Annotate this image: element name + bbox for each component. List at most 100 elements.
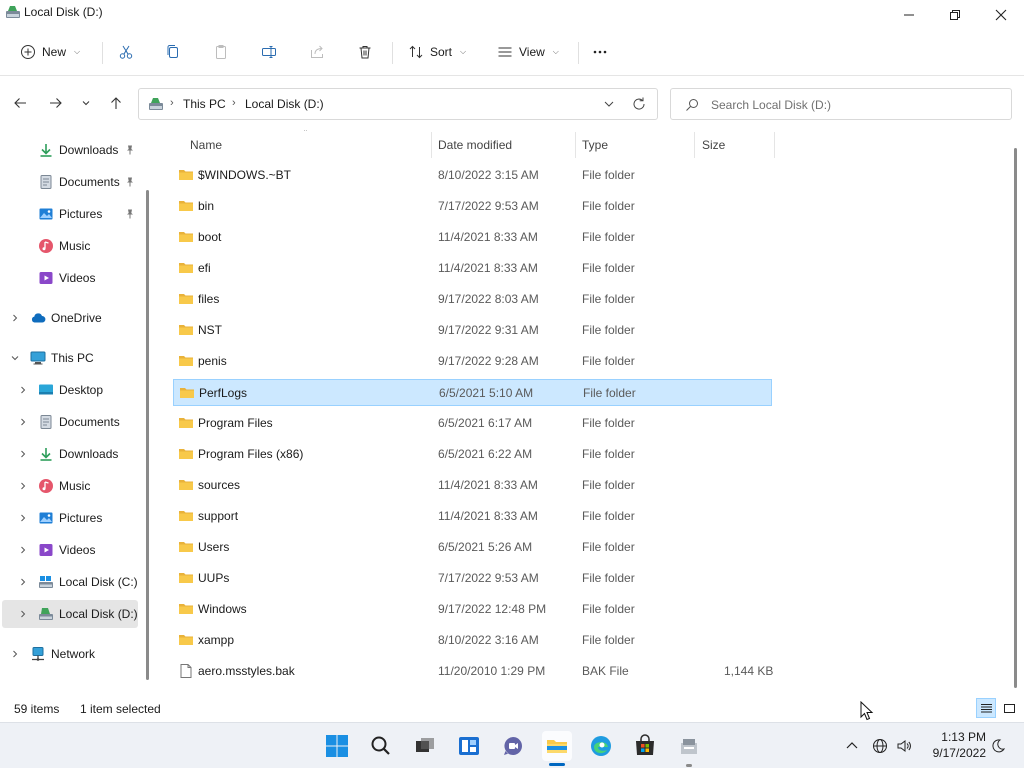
file-row[interactable]: support 11/4/2021 8:33 AM File folder: [173, 503, 772, 530]
network-status-button[interactable]: [870, 736, 890, 756]
volume-button[interactable]: [894, 736, 914, 756]
chevron-right-icon[interactable]: [18, 577, 28, 587]
address-bar[interactable]: › This PC › Local Disk (D:): [138, 88, 658, 120]
file-row[interactable]: Users 6/5/2021 5:26 AM File folder: [173, 534, 772, 561]
file-row[interactable]: sources 11/4/2021 8:33 AM File folder: [173, 472, 772, 499]
minimize-button[interactable]: [886, 0, 932, 30]
file-row[interactable]: efi 11/4/2021 8:33 AM File folder: [173, 255, 772, 282]
sidebar-item-pictures[interactable]: Pictures: [2, 504, 138, 532]
file-row[interactable]: files 9/17/2022 8:03 AM File folder: [173, 286, 772, 313]
sidebar-item-downloads[interactable]: Downloads: [2, 440, 138, 468]
file-row[interactable]: Windows 9/17/2022 12:48 PM File folder: [173, 596, 772, 623]
chevron-right-icon[interactable]: [18, 513, 28, 523]
up-button[interactable]: [106, 93, 126, 113]
file-row[interactable]: aero.msstyles.bak 11/20/2010 1:29 PM BAK F…: [173, 658, 773, 685]
column-header-type[interactable]: Type: [582, 130, 608, 160]
file-row[interactable]: penis 9/17/2022 9:28 AM File folder: [173, 348, 772, 375]
sidebar-item-videos[interactable]: Videos: [2, 264, 138, 292]
file-row[interactable]: UUPs 7/17/2022 9:53 AM File folder: [173, 565, 772, 592]
file-row[interactable]: boot 11/4/2021 8:33 AM File folder: [173, 224, 772, 251]
sidebar-item-pictures[interactable]: Pictures: [2, 200, 138, 228]
chevron-down-icon: ⌵: [460, 47, 467, 56]
sort-button[interactable]: Sort ⌵: [408, 38, 466, 66]
paste-button[interactable]: [213, 38, 229, 66]
sidebar-item-downloads[interactable]: Downloads: [2, 136, 138, 164]
running-app-indicator: [686, 764, 692, 767]
show-hidden-icons-button[interactable]: [842, 736, 862, 756]
forward-button[interactable]: [46, 93, 66, 113]
sidebar-scrollbar[interactable]: [146, 190, 149, 680]
folder-icon: [178, 198, 194, 214]
search-input[interactable]: [711, 95, 1001, 115]
sidebar-item-this-pc[interactable]: This PC: [2, 344, 138, 372]
chevron-right-icon[interactable]: [18, 481, 28, 491]
search-taskbar-button[interactable]: [366, 731, 396, 761]
sidebar-item-onedrive[interactable]: OneDrive: [2, 304, 138, 332]
copy-button[interactable]: [165, 38, 181, 66]
column-header-date[interactable]: Date modified: [438, 130, 512, 160]
rename-button[interactable]: [261, 38, 277, 66]
task-view-button[interactable]: [410, 731, 440, 761]
file-row[interactable]: Program Files (x86) 6/5/2021 6:22 AM File …: [173, 441, 772, 468]
sidebar-item-documents[interactable]: Documents: [2, 408, 138, 436]
sidebar-item-local-disk-c[interactable]: Local Disk (C:): [2, 568, 138, 596]
widgets-button[interactable]: [454, 731, 484, 761]
file-row[interactable]: PerfLogs 6/5/2021 5:10 AM File folder: [173, 379, 772, 406]
column-divider[interactable]: [431, 132, 432, 158]
sidebar-item-desktop[interactable]: Desktop: [2, 376, 138, 404]
file-list-scrollbar[interactable]: [1014, 148, 1017, 688]
restore-button[interactable]: [932, 0, 978, 30]
view-button[interactable]: View ⌵: [497, 38, 559, 66]
arrow-right-icon: [50, 98, 62, 108]
cut-button[interactable]: [118, 38, 134, 66]
file-row[interactable]: xampp 8/10/2022 3:16 AM File folder: [173, 627, 772, 654]
installer-app-button[interactable]: [674, 731, 704, 761]
search-box[interactable]: [670, 88, 1012, 120]
chevron-right-icon[interactable]: [18, 609, 28, 619]
column-header-size[interactable]: Size: [702, 130, 725, 160]
breadcrumb-local-disk-d[interactable]: Local Disk (D:): [245, 97, 324, 111]
tiles-view-button[interactable]: [999, 698, 1019, 718]
close-button[interactable]: [978, 0, 1024, 30]
file-name: Windows: [198, 602, 247, 616]
sidebar-item-network[interactable]: Network: [2, 640, 138, 668]
clock[interactable]: 1:13 PM 9/17/2022: [924, 729, 986, 761]
sidebar-item-local-disk-d[interactable]: Local Disk (D:): [2, 600, 138, 628]
chevron-right-icon[interactable]: [18, 417, 28, 427]
sidebar-item-music[interactable]: Music: [2, 472, 138, 500]
more-options-button[interactable]: [592, 38, 608, 66]
chevron-down-icon[interactable]: [10, 353, 20, 363]
details-view-button[interactable]: [976, 698, 996, 718]
back-button[interactable]: [10, 93, 30, 113]
chat-button[interactable]: [498, 731, 528, 761]
column-divider[interactable]: [774, 132, 775, 158]
sidebar-item-documents[interactable]: Documents: [2, 168, 138, 196]
chevron-down-icon[interactable]: [601, 96, 617, 112]
column-divider[interactable]: [575, 132, 576, 158]
share-button[interactable]: [309, 38, 325, 66]
sidebar-item-music[interactable]: Music: [2, 232, 138, 260]
chevron-right-icon[interactable]: [18, 449, 28, 459]
store-button[interactable]: [630, 731, 660, 761]
chevron-right-icon[interactable]: [10, 649, 20, 659]
breadcrumb-this-pc[interactable]: This PC: [183, 97, 226, 111]
column-header-name[interactable]: Name: [190, 130, 222, 160]
file-row[interactable]: bin 7/17/2022 9:53 AM File folder: [173, 193, 772, 220]
file-row[interactable]: NST 9/17/2022 9:31 AM File folder: [173, 317, 772, 344]
edge-button[interactable]: [586, 731, 616, 761]
sidebar-item-videos[interactable]: Videos: [2, 536, 138, 564]
start-button[interactable]: [322, 731, 352, 761]
file-explorer-taskbar-button[interactable]: [542, 731, 572, 761]
file-row[interactable]: Program Files 6/5/2021 6:17 AM File folder: [173, 410, 772, 437]
pin-icon: [124, 144, 136, 156]
notifications-button[interactable]: [988, 736, 1008, 756]
chevron-right-icon[interactable]: [18, 545, 28, 555]
column-divider[interactable]: [694, 132, 695, 158]
recent-locations-button[interactable]: [76, 93, 96, 113]
delete-button[interactable]: [357, 38, 373, 66]
chevron-right-icon[interactable]: [18, 385, 28, 395]
file-row[interactable]: $WINDOWS.~BT 8/10/2022 3:15 AM File folder: [173, 162, 772, 189]
chevron-right-icon[interactable]: [10, 313, 20, 323]
new-button[interactable]: New ⌵: [20, 38, 80, 66]
refresh-icon[interactable]: [631, 96, 647, 112]
